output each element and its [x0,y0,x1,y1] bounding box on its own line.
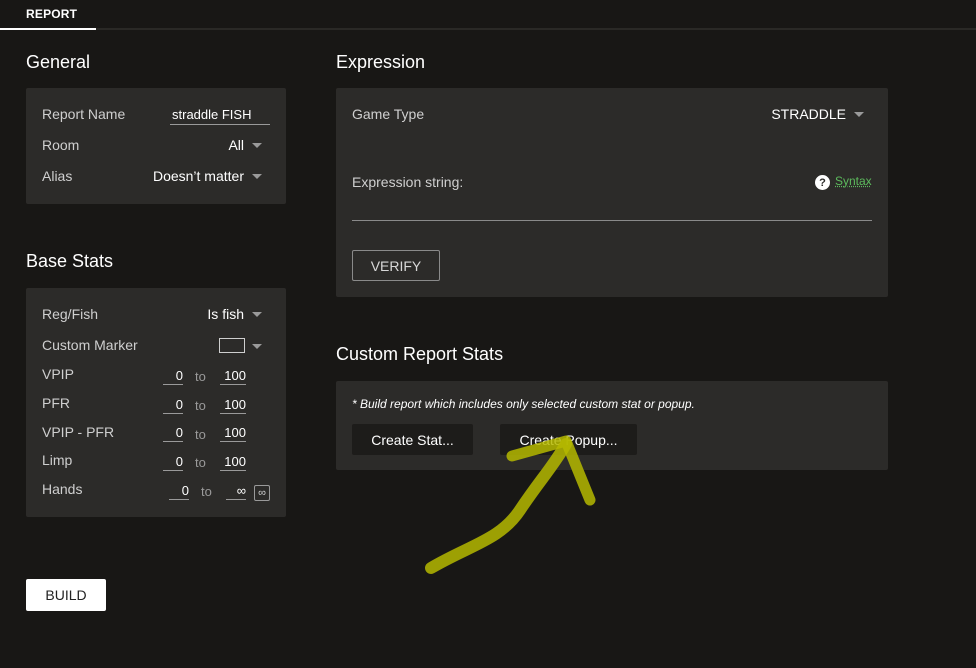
build-button[interactable]: BUILD [26,579,106,611]
tab-report[interactable]: REPORT [0,0,96,30]
game-type-value: STRADDLE [771,106,846,122]
vpip-min-input[interactable]: 0 [163,368,183,385]
to-label: to [201,484,212,499]
alias-value: Doesn’t matter [152,168,244,184]
create-stat-button[interactable]: Create Stat... [352,424,473,455]
base-stats-panel: Reg/Fish Is fish Custom Marker VPIP 0 to… [26,288,286,517]
to-label: to [195,398,206,413]
limp-max-input[interactable]: 100 [220,454,246,471]
to-label: to [195,427,206,442]
custom-stats-title: Custom Report Stats [336,344,504,364]
hands-min-input[interactable]: 0 [169,483,189,500]
vpip-pfr-min-input[interactable]: 0 [163,425,183,442]
reg-fish-value: Is fish [207,306,244,322]
pfr-min-input[interactable]: 0 [163,397,183,414]
room-value: All [228,137,244,153]
limp-label: Limp [42,452,73,468]
infinity-icon[interactable]: ∞ [254,485,270,501]
room-dropdown[interactable]: All [228,137,262,153]
limp-min-input[interactable]: 0 [163,454,183,471]
caret-down-icon [252,173,262,179]
pfr-max-input[interactable]: 100 [220,397,246,414]
caret-down-icon [252,311,262,317]
to-label: to [195,455,206,470]
expression-title: Expression [336,52,426,72]
vpip-max-input[interactable]: 100 [220,368,246,385]
help-circle-icon[interactable]: ? [815,175,830,190]
reg-fish-dropdown[interactable]: Is fish [207,306,262,322]
custom-stats-note: * Build report which includes only selec… [352,397,695,411]
caret-down-icon [252,142,262,148]
caret-down-icon[interactable] [252,344,262,349]
caret-down-icon [854,111,864,117]
report-name-label: Report Name [42,106,126,122]
custom-marker-label: Custom Marker [42,337,138,353]
vpip-pfr-label: VPIP - PFR [42,424,115,440]
verify-button[interactable]: VERIFY [352,250,440,281]
game-type-dropdown[interactable]: STRADDLE [771,106,864,122]
custom-marker-swatch[interactable] [219,338,245,353]
reg-fish-label: Reg/Fish [42,306,99,322]
general-title: General [26,52,91,72]
vpip-pfr-max-input[interactable]: 100 [220,425,246,442]
room-label: Room [42,137,80,153]
top-tab-bar: REPORT [0,0,976,30]
report-name-input[interactable]: straddle FISH [170,107,270,125]
hands-label: Hands [42,481,83,497]
custom-stats-panel: * Build report which includes only selec… [336,381,888,470]
create-popup-button[interactable]: Create Popup... [500,424,637,455]
general-panel: Report Name straddle FISH Room All Alias… [26,88,286,204]
base-stats-title: Base Stats [26,251,114,271]
alias-dropdown[interactable]: Doesn’t matter [153,168,262,184]
expression-panel: Game Type STRADDLE Expression string: ? … [336,88,888,297]
syntax-link[interactable]: Syntax [835,174,872,188]
pfr-label: PFR [42,395,70,411]
alias-label: Alias [42,168,73,184]
game-type-label: Game Type [352,106,425,122]
expression-string-label: Expression string: [352,174,464,190]
hands-max-input[interactable]: ∞ [226,483,246,500]
expression-string-input[interactable] [352,220,872,221]
to-label: to [195,369,206,384]
vpip-label: VPIP [42,366,74,382]
